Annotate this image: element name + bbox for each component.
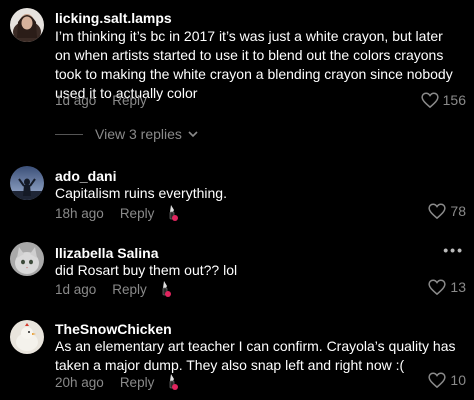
view-replies-button[interactable]: View 3 replies xyxy=(55,126,198,142)
comment-meta: 20h ago Reply xyxy=(55,373,180,391)
heart-outline-icon xyxy=(428,203,447,219)
lighter-emoji-icon xyxy=(169,374,179,390)
like-count: 156 xyxy=(442,92,466,108)
like-button[interactable]: 10 xyxy=(428,372,466,388)
reply-button[interactable]: Reply xyxy=(120,375,155,390)
username[interactable]: TheSnowChicken xyxy=(55,321,172,337)
username[interactable]: ado_dani xyxy=(55,168,116,184)
like-button[interactable]: 13 xyxy=(428,279,466,295)
reply-button[interactable]: Reply xyxy=(112,282,147,297)
like-button[interactable]: 156 xyxy=(421,92,466,108)
avatar[interactable] xyxy=(10,320,44,354)
like-button[interactable]: 78 xyxy=(428,203,466,219)
comment-item: TheSnowChicken As an elementary art teac… xyxy=(0,312,474,400)
more-options-icon[interactable]: ••• xyxy=(443,242,464,258)
heart-outline-icon xyxy=(428,372,447,388)
comment-text: I’m thinking it’s bc in 2017 it’s was ju… xyxy=(55,28,453,101)
comment-meta: 1d ago Reply xyxy=(55,280,173,298)
like-count: 13 xyxy=(450,279,466,295)
heart-outline-icon xyxy=(428,279,447,295)
lighter-emoji-icon xyxy=(169,205,179,221)
like-count: 10 xyxy=(450,372,466,388)
timestamp: 1d ago xyxy=(55,281,97,297)
comment-text: Capitalism ruins everything. xyxy=(55,185,227,201)
comment-text: did Rosart buy them out?? lol xyxy=(55,262,238,278)
timestamp: 18h ago xyxy=(55,205,104,221)
lighter-emoji-icon xyxy=(162,281,171,297)
view-replies-label: View 3 replies xyxy=(95,126,182,142)
username[interactable]: licking.salt.lamps xyxy=(55,10,172,26)
reply-button[interactable]: Reply xyxy=(112,93,147,108)
avatar[interactable] xyxy=(10,166,44,200)
chevron-down-icon xyxy=(188,130,198,137)
avatar[interactable] xyxy=(10,242,44,276)
timestamp: 1d ago xyxy=(55,93,97,108)
comment-item: llizabella Salina did Rosart buy them ou… xyxy=(0,236,474,306)
avatar[interactable] xyxy=(10,8,44,42)
comment-meta: 18h ago Reply xyxy=(55,204,180,222)
heart-outline-icon xyxy=(421,92,439,108)
comment-item: licking.salt.lamps I’m thinking it’s bc … xyxy=(0,0,474,150)
like-count: 78 xyxy=(450,203,466,219)
divider xyxy=(55,133,83,135)
comment-meta: 1d ago Reply xyxy=(55,93,147,108)
comment-text: As an elementary art teacher I can confi… xyxy=(55,338,456,373)
timestamp: 20h ago xyxy=(55,374,104,390)
username[interactable]: llizabella Salina xyxy=(55,245,159,261)
reply-button[interactable]: Reply xyxy=(120,206,155,221)
comment-item: ado_dani Capitalism ruins everything. 18… xyxy=(0,160,474,230)
